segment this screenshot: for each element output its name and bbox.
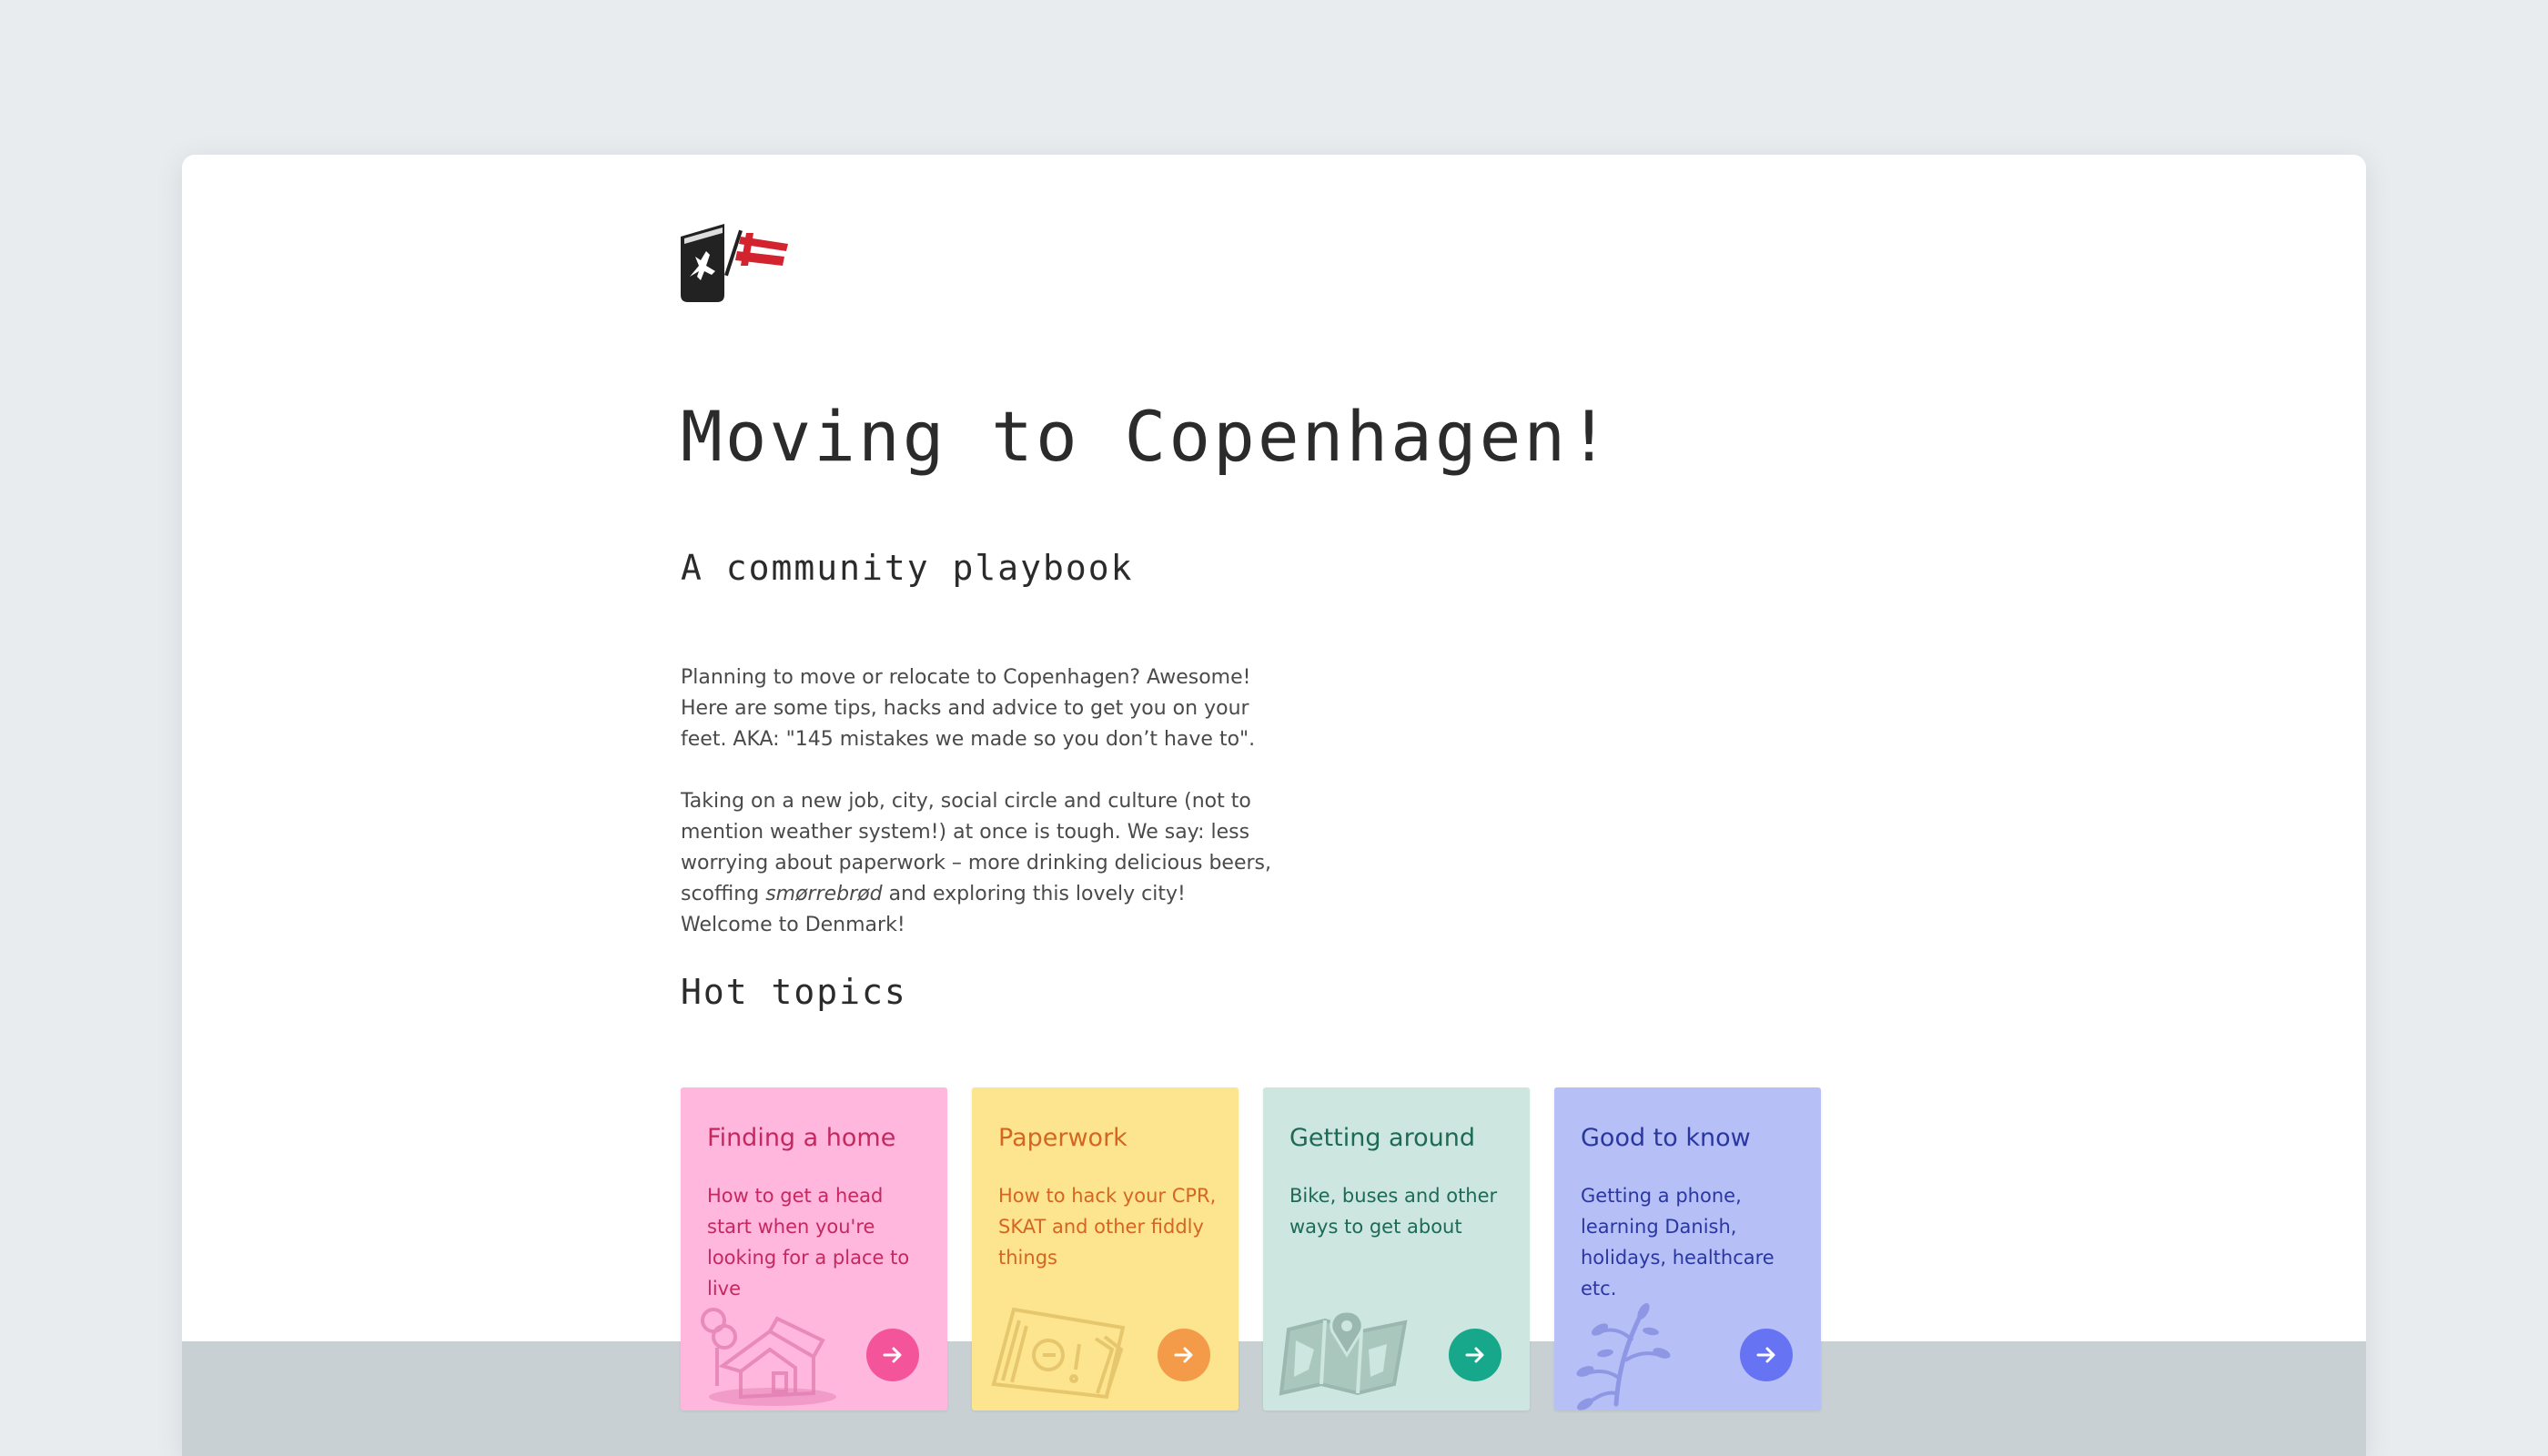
card-title: Paperwork [998,1124,1127,1152]
card-description: Getting a phone, learning Danish, holida… [1581,1185,1774,1299]
topic-card-good-to-know[interactable]: Good to know Getting a phone, learning D… [1554,1087,1821,1410]
hot-topics-heading: Hot topics [681,972,907,1012]
topic-card-paperwork[interactable]: Paperwork How to hack your CPR, SKAT and… [972,1087,1239,1410]
topic-cards: Finding a home How to get a head start w… [681,1087,1845,1410]
plant-icon [1576,1302,1671,1410]
map-icon [1279,1309,1408,1396]
intro-text: Planning to move or relocate to Copenhag… [681,662,1272,972]
passport-flag-logo[interactable] [681,224,790,302]
card-title: Finding a home [707,1124,896,1152]
intro-paragraph-2: Taking on a new job, city, social circle… [681,786,1272,941]
intro-paragraph-1: Planning to move or relocate to Copenhag… [681,666,1256,751]
documents-icon [991,1307,1126,1400]
page-subtitle: A community playbook [681,548,1134,588]
card-description: How to get a head start when you're look… [707,1185,910,1299]
arrow-right-icon[interactable] [866,1329,919,1381]
arrow-right-icon[interactable] [1449,1329,1502,1381]
card-description: How to hack your CPR, SKAT and other fid… [998,1185,1217,1269]
house-icon [701,1308,836,1406]
arrow-right-icon[interactable] [1740,1329,1793,1381]
topic-card-getting-around[interactable]: Getting around Bike, buses and other way… [1263,1087,1530,1410]
card-title: Getting around [1289,1124,1475,1152]
topic-card-finding-a-home[interactable]: Finding a home How to get a head start w… [681,1087,947,1410]
intro-p2-emphasis: smørrebrød [765,883,883,905]
page-title: Moving to Copenhagen! [681,396,1613,477]
card-title: Good to know [1581,1124,1751,1152]
card-description: Bike, buses and other ways to get about [1289,1185,1498,1238]
arrow-right-icon[interactable] [1158,1329,1210,1381]
page-window: Moving to Copenhagen! A community playbo… [182,155,2366,1456]
